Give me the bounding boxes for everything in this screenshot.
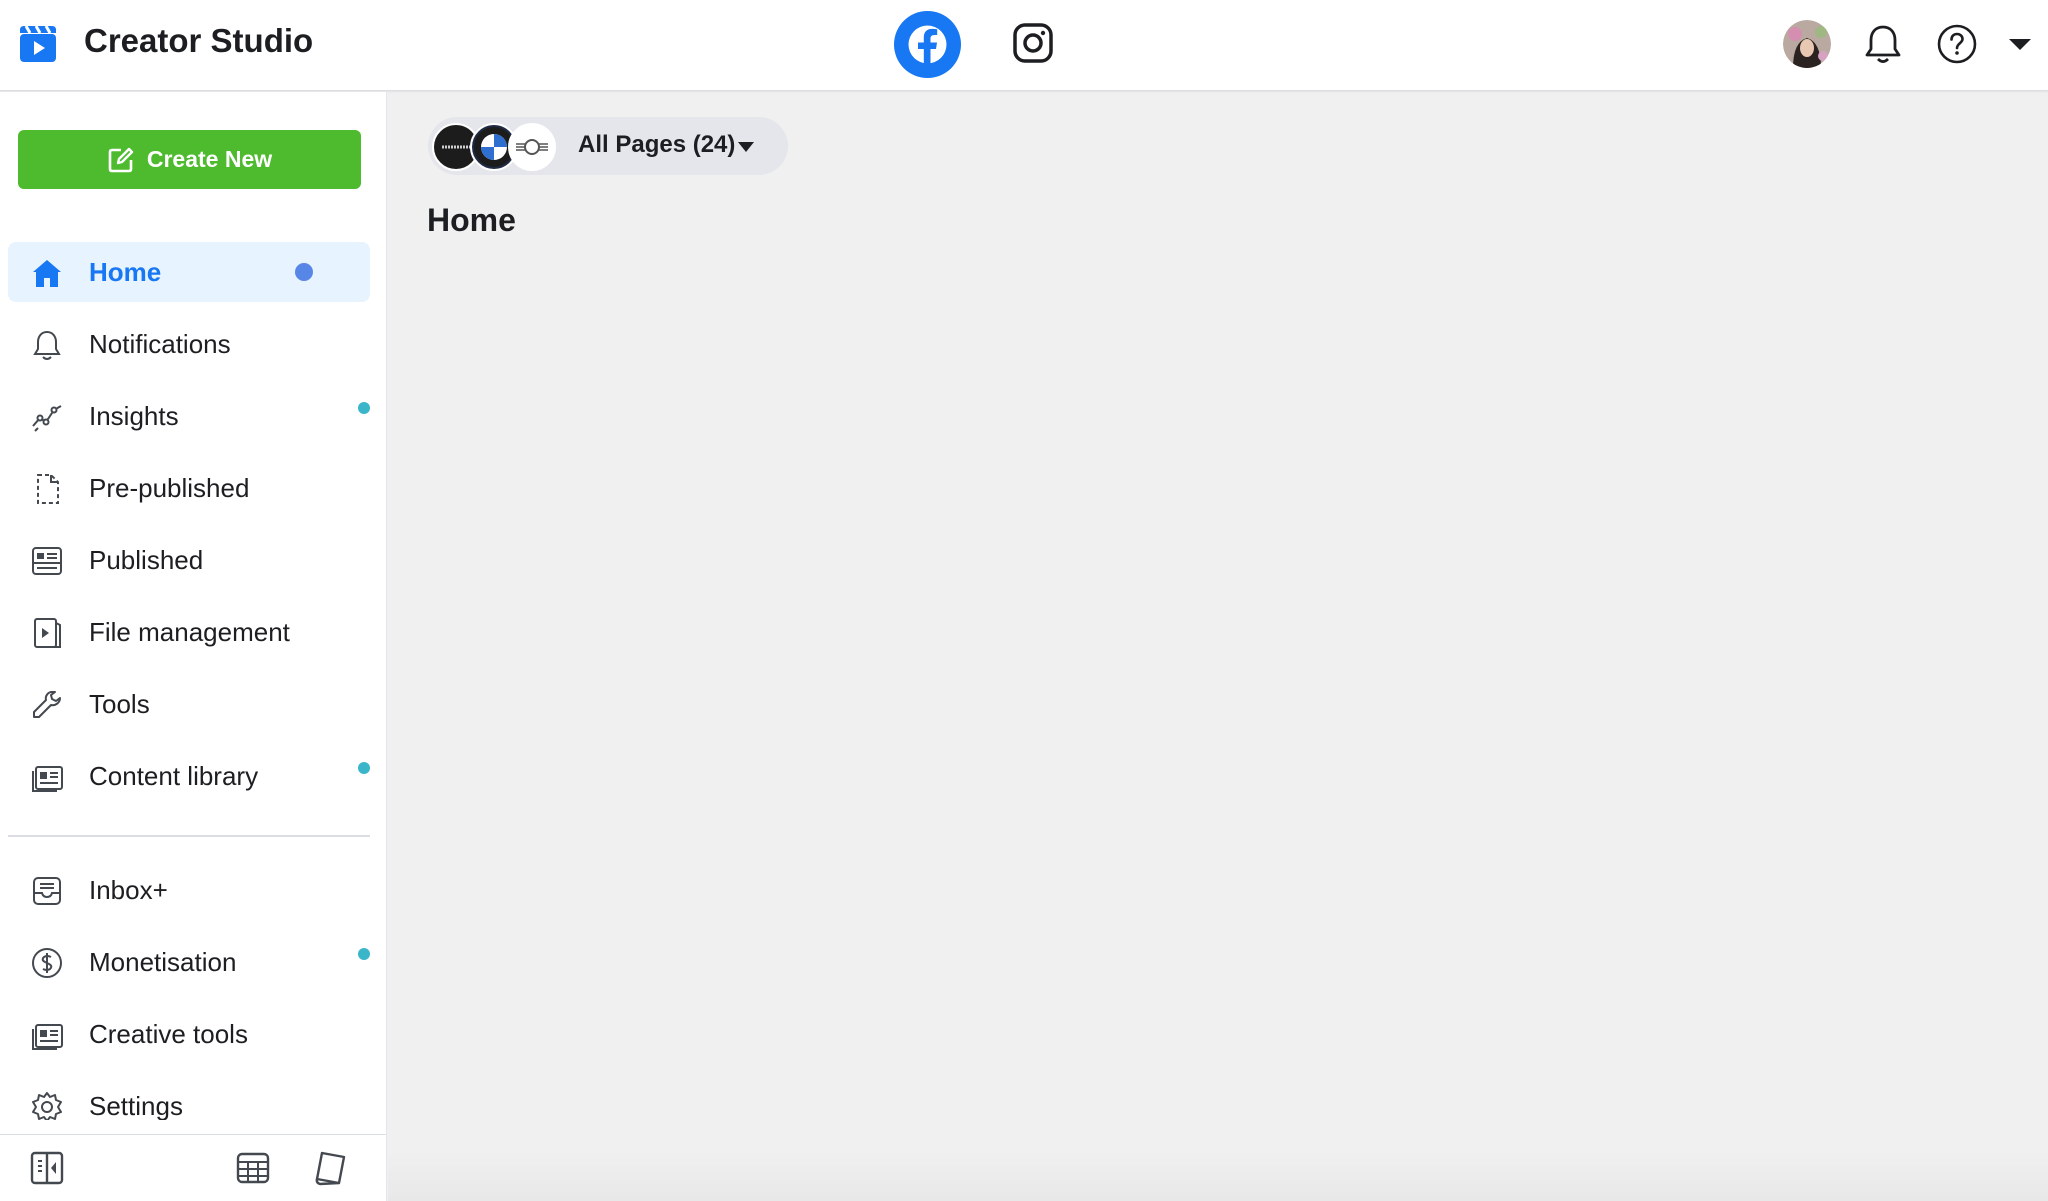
sidebar-item-monetisation[interactable]: Monetisation bbox=[8, 932, 370, 992]
sidebar-divider bbox=[8, 835, 370, 837]
create-new-label: Create New bbox=[146, 146, 273, 172]
create-new-button[interactable]: Create New bbox=[18, 130, 361, 189]
avatar[interactable] bbox=[1783, 20, 1831, 68]
wrench-icon bbox=[33, 691, 61, 718]
sidebar-item-label: Monetisation bbox=[89, 947, 237, 977]
sidebar-item-pre-published[interactable]: Pre-published bbox=[8, 458, 370, 518]
sidebar-item-inbox[interactable]: Inbox+ bbox=[8, 860, 370, 920]
sidebar-scroll-clip: Settings bbox=[0, 1076, 386, 1120]
chevron-down-icon bbox=[738, 142, 754, 152]
collapse-sidebar-icon[interactable] bbox=[28, 1149, 66, 1187]
sidebar-item-creative-tools[interactable]: Creative tools bbox=[8, 1004, 370, 1064]
content-library-icon bbox=[32, 766, 63, 792]
facebook-icon[interactable] bbox=[894, 11, 961, 78]
draft-document-icon bbox=[37, 474, 59, 504]
sidebar-item-insights[interactable]: Insights bbox=[8, 386, 370, 446]
help-icon[interactable] bbox=[1936, 23, 1978, 65]
page-selector[interactable]: All Pages (24) bbox=[428, 117, 788, 175]
compose-icon bbox=[108, 147, 134, 172]
sidebar-item-published[interactable]: Published bbox=[8, 530, 370, 590]
sidebar-item-label: File management bbox=[89, 617, 290, 647]
book-icon[interactable] bbox=[312, 1149, 350, 1187]
sidebar-item-label: Creative tools bbox=[89, 1019, 248, 1049]
status-dot bbox=[358, 402, 370, 414]
sidebar-item-label: Tools bbox=[89, 689, 150, 719]
sidebar-item-label: Published bbox=[89, 545, 204, 575]
bell-icon[interactable] bbox=[1862, 22, 1904, 66]
sidebar-item-label: Notifications bbox=[89, 329, 231, 359]
status-dot bbox=[358, 948, 370, 960]
gear-icon bbox=[32, 1092, 62, 1120]
sidebar-item-settings[interactable]: Settings bbox=[8, 1076, 370, 1120]
sidebar-item-label: Insights bbox=[89, 401, 179, 431]
sidebar-item-home[interactable]: Home bbox=[8, 242, 370, 302]
sidebar-item-notifications[interactable]: Notifications bbox=[8, 314, 370, 374]
dollar-circle-icon bbox=[32, 948, 62, 978]
app-title: Creator Studio bbox=[84, 22, 314, 59]
sidebar-footer bbox=[0, 1134, 386, 1201]
top-bar: Creator Studio bbox=[0, 0, 2048, 91]
instagram-icon[interactable] bbox=[1012, 22, 1054, 64]
sidebar-item-tools[interactable]: Tools bbox=[8, 674, 370, 734]
creative-tools-icon bbox=[32, 1024, 63, 1050]
mini-avatar bbox=[508, 123, 556, 171]
main-footer-shade bbox=[388, 1150, 2048, 1201]
sidebar: Create New Home Notifications Insights P… bbox=[0, 92, 387, 1201]
sidebar-item-label: Inbox+ bbox=[89, 875, 168, 905]
home-icon bbox=[33, 260, 61, 287]
sidebar-item-content-library[interactable]: Content library bbox=[8, 746, 370, 806]
creator-studio-logo[interactable] bbox=[18, 24, 58, 64]
status-dot bbox=[295, 263, 313, 281]
published-icon bbox=[32, 547, 62, 575]
inbox-icon bbox=[33, 877, 61, 905]
sidebar-item-label: Settings bbox=[89, 1091, 183, 1120]
sidebar-item-file-management[interactable]: File management bbox=[8, 602, 370, 662]
sidebar-item-label: Content library bbox=[89, 761, 259, 791]
account-menu-caret-icon[interactable] bbox=[2006, 35, 2034, 53]
page-title: Home bbox=[427, 202, 516, 238]
table-icon[interactable] bbox=[234, 1149, 272, 1187]
clapperboard-icon bbox=[20, 25, 56, 62]
sidebar-item-label: Home bbox=[89, 257, 162, 287]
insights-icon bbox=[32, 405, 62, 432]
file-video-icon bbox=[34, 618, 61, 648]
sidebar-item-label: Pre-published bbox=[89, 473, 250, 503]
page-selector-label: All Pages (24) bbox=[578, 131, 736, 158]
bell-icon bbox=[33, 330, 61, 360]
status-dot bbox=[358, 762, 370, 774]
